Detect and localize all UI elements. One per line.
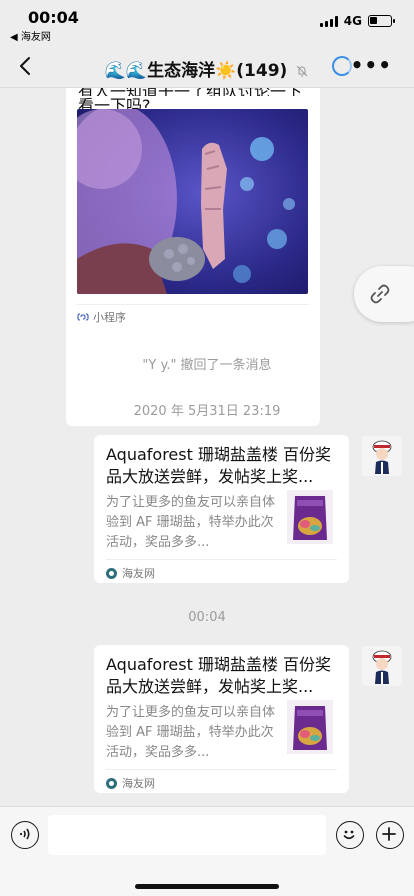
battery-icon [368, 15, 395, 27]
link-card-divider [106, 559, 337, 560]
mute-bell-icon [296, 65, 308, 77]
link-card-1[interactable]: Aquaforest 珊瑚盐盖楼 百份奖品大放送尝鲜，发帖奖上奖... 为了让更… [94, 435, 349, 583]
avatar-image [362, 646, 402, 686]
link-card-source: 海友网 [106, 775, 155, 791]
floating-link-button[interactable] [354, 266, 414, 322]
timestamp-1: 2020 年 5月31日 23:19 [133, 404, 281, 419]
signal-icon [319, 15, 338, 27]
chat-title-text: 🌊🌊生态海洋☀️(149) [104, 61, 288, 81]
status-bar: 00:04 ◀ 海友网 4G [0, 0, 414, 44]
chat-header: 🌊🌊生态海洋☀️(149) ••• [0, 44, 414, 88]
emoji-button[interactable] [336, 821, 364, 849]
link-card-desc: 为了让更多的鱼友可以亲自体验到 AF 珊瑚盐，特举办此次活动，奖品多多... [106, 705, 276, 760]
link-card-title: Aquaforest 珊瑚盐盖楼 百份奖品大放送尝鲜，发帖奖上奖... [106, 655, 332, 696]
mini-program-source: 小程序 [77, 309, 126, 325]
more-options-button[interactable]: ••• [351, 55, 392, 75]
link-card-divider [106, 769, 337, 770]
link-card-thumbnail [287, 490, 333, 544]
link-card-2[interactable]: Aquaforest 珊瑚盐盖楼 百份奖品大放送尝鲜，发帖奖上奖... 为了让更… [94, 645, 349, 793]
emoji-icon [343, 830, 355, 840]
link-icon [370, 284, 390, 304]
recall-notice: "Y y." 撤回了一条消息 [142, 358, 272, 373]
chat-messages[interactable]: 有人一知道干一了组队讨论一下吗 看一下吗? [0, 88, 414, 806]
mini-program-text-cut: 有人一知道干一了组队讨论一下吗 [78, 88, 310, 96]
loading-spinner-icon [332, 56, 352, 76]
link-card-source-label: 海友网 [122, 567, 155, 580]
link-card-source: 海友网 [106, 565, 155, 581]
source-app-icon [106, 567, 117, 579]
timestamp-2: 00:04 [188, 610, 226, 625]
link-card-title: Aquaforest 珊瑚盐盖楼 百份奖品大放送尝鲜，发帖奖上奖... [106, 445, 332, 486]
plus-icon [382, 827, 396, 841]
network-label: 4G [343, 14, 362, 28]
avatar-image [362, 436, 402, 476]
status-indicators: 4G [319, 14, 395, 28]
card-divider [77, 304, 309, 305]
voice-icon [19, 828, 30, 840]
avatar[interactable] [362, 646, 402, 686]
avatar[interactable] [362, 436, 402, 476]
voice-input-button[interactable] [11, 821, 39, 849]
input-bar [0, 806, 414, 896]
mini-program-card[interactable]: 有人一知道干一了组队讨论一下吗 看一下吗? [66, 88, 320, 426]
message-input[interactable] [48, 815, 326, 855]
link-card-desc: 为了让更多的鱼友可以亲自体验到 AF 珊瑚盐，特举办此次活动，奖品多多... [106, 495, 276, 550]
more-functions-button[interactable] [376, 821, 404, 849]
back-to-app-link[interactable]: ◀ 海友网 [10, 28, 51, 43]
mini-program-label: 小程序 [93, 311, 126, 324]
source-app-icon [106, 777, 117, 789]
mini-program-icon [77, 313, 89, 321]
status-time: 00:04 [28, 8, 79, 27]
link-card-source-label: 海友网 [122, 777, 155, 790]
home-indicator [135, 884, 279, 889]
coral-photo [77, 109, 308, 294]
battery-level [370, 17, 377, 24]
link-card-thumbnail [287, 700, 333, 754]
